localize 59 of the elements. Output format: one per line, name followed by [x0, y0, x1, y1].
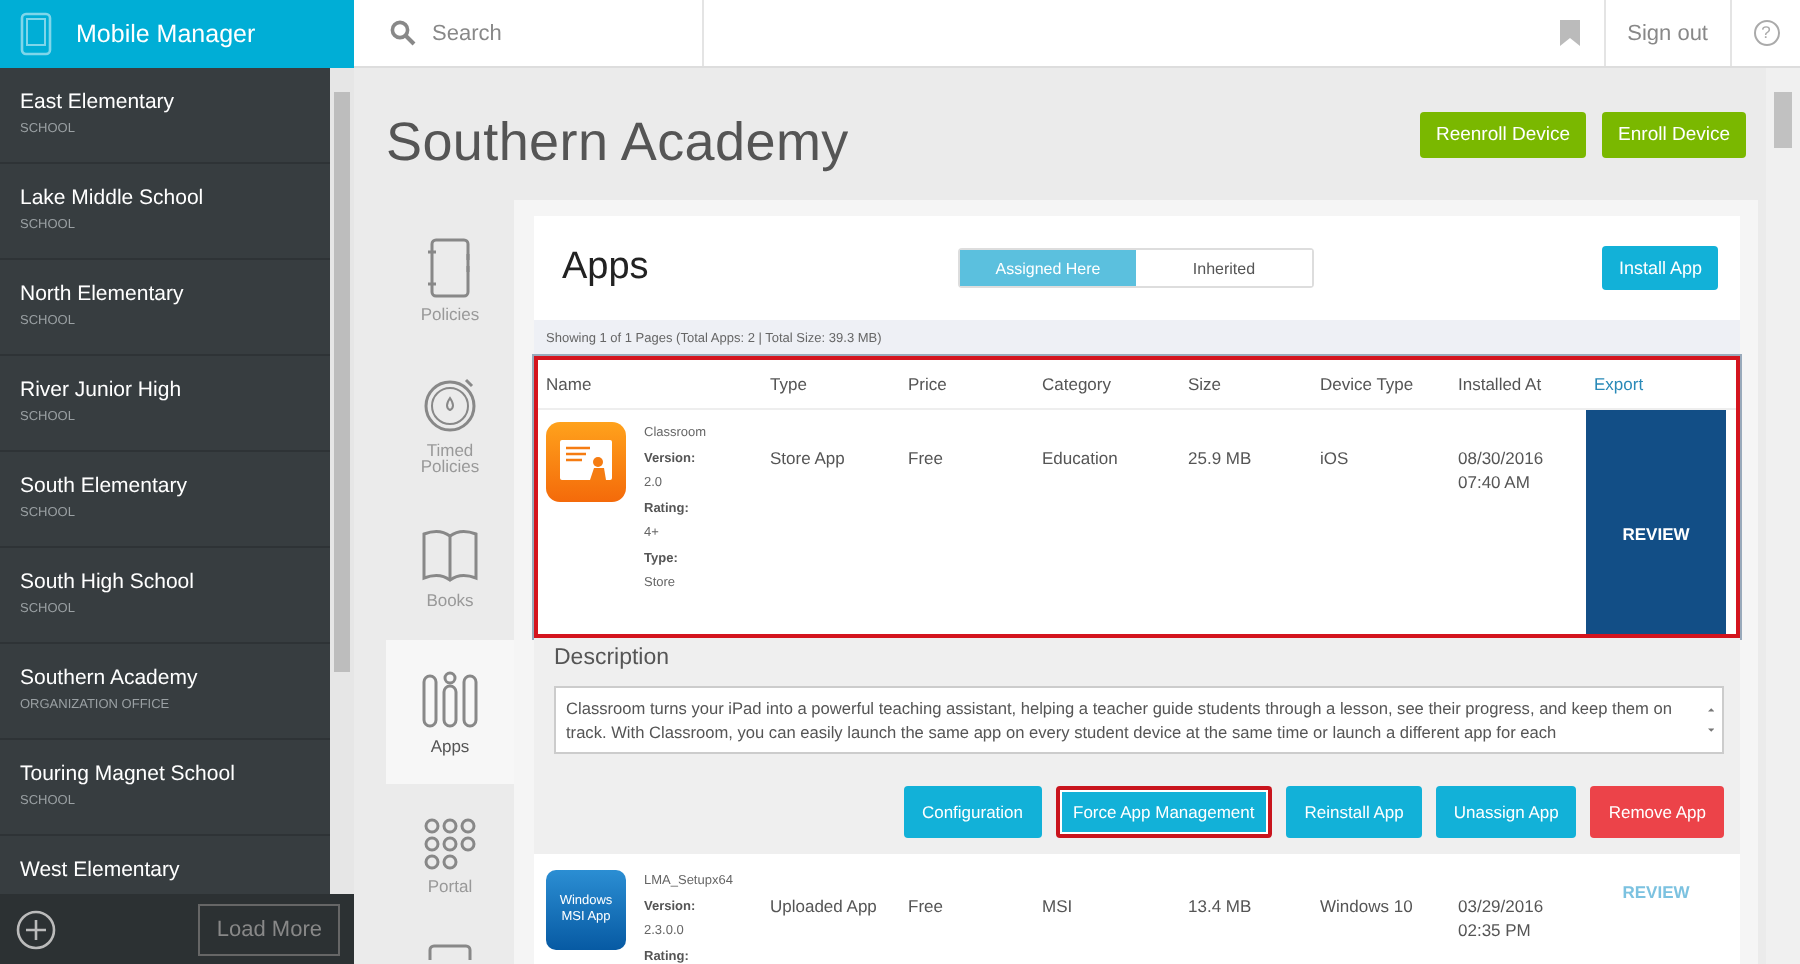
nav-tab[interactable]: Books	[386, 496, 514, 640]
nav-tab[interactable]: Apps	[386, 640, 514, 784]
tools-icon	[422, 669, 478, 730]
bookmark-icon[interactable]	[1559, 20, 1580, 46]
sign-out-link[interactable]: Sign out	[1603, 0, 1732, 66]
description-text: Classroom turns your iPad into a powerful teaching assistant, helping a teacher guide students through a lesson, see their progress, and keep them on track. With Classroom, you can easily launch the same app on every student device at the same time or launch a different app for each	[566, 695, 1674, 745]
add-icon[interactable]	[16, 909, 56, 949]
scrollbar[interactable]	[330, 68, 354, 894]
app-action-button[interactable]: Configuration	[903, 786, 1042, 838]
page-title: Southern Academy	[386, 112, 849, 174]
app-title: Mobile Manager	[76, 20, 256, 48]
description-box[interactable]	[554, 686, 1724, 754]
enroll-button[interactable]: Reenroll Device	[1419, 112, 1587, 158]
column-header: Category	[1040, 374, 1113, 394]
column-header: Price	[906, 374, 949, 394]
column-header: Type	[768, 374, 809, 394]
nav-tab[interactable]: Policies	[386, 208, 514, 352]
app-icon	[546, 422, 626, 502]
table-cell-text: 13.4 MB	[1186, 894, 1254, 920]
table-cell-text: MSI	[1040, 894, 1075, 920]
table-cell-text: Windows 10	[1318, 894, 1415, 920]
enroll-button[interactable]: Enroll Device	[1602, 112, 1746, 158]
dots-grid-icon	[424, 817, 476, 870]
install-app-button[interactable]: Install App	[1602, 246, 1718, 290]
app-action-button[interactable]: Reinstall App	[1286, 786, 1422, 838]
load-more-button[interactable]: Load More	[198, 903, 340, 955]
notebook-icon	[428, 237, 472, 298]
tablet-icon	[20, 12, 52, 56]
column-header: Size	[1186, 374, 1224, 394]
table-cell-text: Education	[1040, 446, 1120, 472]
help-button[interactable]: ?	[1753, 20, 1779, 46]
search-field[interactable]: Search	[354, 0, 704, 66]
table-cell-text: 25.9 MB	[1186, 446, 1254, 472]
filter-toggle[interactable]: Assigned Here	[960, 250, 1136, 286]
search-icon	[390, 20, 416, 46]
review-link[interactable]: REVIEW	[1586, 858, 1726, 902]
stopwatch-icon	[422, 373, 478, 433]
export-link[interactable]: Export	[1586, 374, 1726, 394]
app-action-button[interactable]: Remove App	[1590, 786, 1724, 838]
description-heading: Description	[554, 646, 672, 670]
section-title: Apps	[562, 246, 651, 290]
device-icon	[428, 944, 472, 960]
table-cell-text: 03/29/2016 02:35 PM	[1456, 894, 1546, 945]
app-action-button[interactable]: Unassign App	[1435, 786, 1577, 838]
column-header: Name	[544, 374, 594, 394]
book-icon	[420, 527, 480, 584]
table-cell-text: Free	[906, 894, 945, 920]
table-cell-text: Free	[906, 446, 945, 472]
table-cell-text: 08/30/2016 07:40 AM	[1456, 446, 1546, 497]
scrollbar[interactable]	[1766, 68, 1800, 964]
column-header: Device Type	[1318, 374, 1416, 394]
nav-tab[interactable]: Timed Policies	[386, 352, 514, 496]
review-button[interactable]: REVIEW	[1586, 410, 1726, 634]
column-header: Installed At	[1456, 374, 1544, 394]
table-cell-text: Store App	[768, 446, 847, 472]
table-cell-text: Uploaded App	[768, 894, 879, 920]
table-cell-text: iOS	[1318, 446, 1351, 472]
nav-tab[interactable]: Portal	[386, 784, 514, 928]
app-action-button[interactable]: Force App Management	[1055, 786, 1273, 838]
